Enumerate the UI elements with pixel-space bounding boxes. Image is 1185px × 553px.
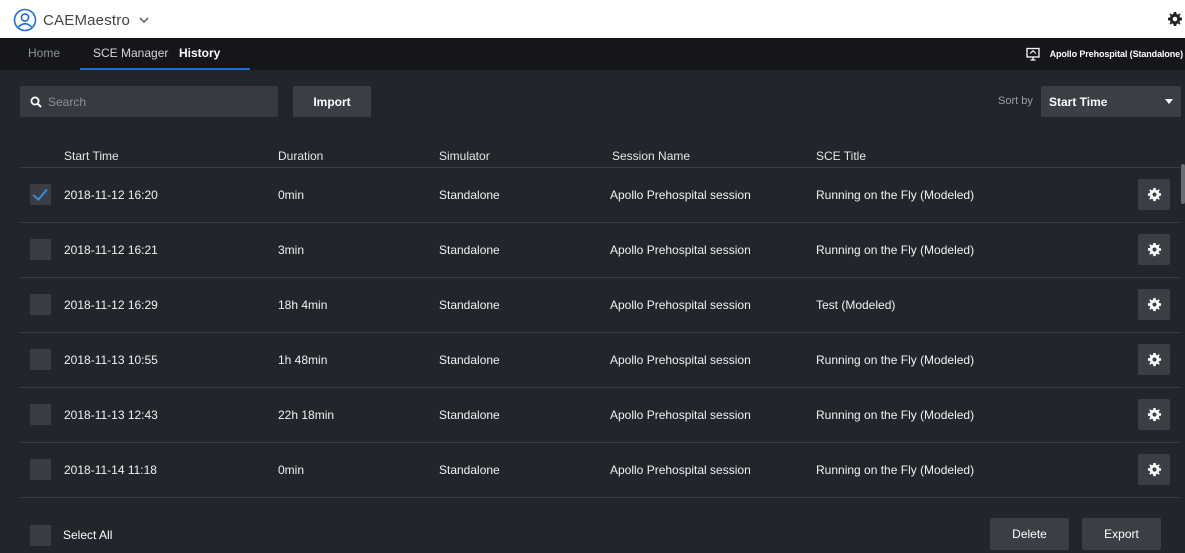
gear-icon (1147, 462, 1161, 477)
row-settings-button[interactable] (1138, 179, 1170, 210)
gear-icon[interactable] (1167, 11, 1183, 27)
cell-duration: 18h 4min (278, 298, 328, 312)
tab-home[interactable]: Home (28, 38, 60, 70)
row-settings-button[interactable] (1138, 234, 1170, 265)
select-all-checkbox[interactable] (30, 525, 51, 546)
chevron-down-icon (139, 17, 149, 24)
top-bar: CAEMaestro (0, 0, 1185, 38)
import-button[interactable]: Import (293, 86, 371, 117)
cell-simulator: Standalone (439, 353, 500, 367)
cell-start-time: 2018-11-13 12:43 (64, 408, 158, 422)
cell-session-name: Apollo Prehospital session (610, 298, 751, 312)
cell-duration: 0min (278, 188, 305, 202)
row-checkbox[interactable] (30, 404, 51, 425)
cell-session-name: Apollo Prehospital session (610, 243, 751, 257)
cell-duration: 22h 18min (278, 408, 335, 422)
simulator-label: Apollo Prehospital (Standalone) (1049, 49, 1184, 59)
cell-sce-title: Test (Modeled) (816, 298, 896, 312)
cell-sce-title: Running on the Fly (Modeled) (816, 463, 975, 477)
row-settings-button[interactable] (1138, 289, 1170, 320)
cell-simulator: Standalone (439, 408, 500, 422)
cell-duration: 0min (278, 463, 305, 477)
cell-simulator: Standalone (439, 188, 500, 202)
column-header-simulator[interactable]: Simulator (439, 149, 490, 163)
active-tab-indicator (80, 68, 250, 70)
cell-start-time: 2018-11-12 16:20 (64, 188, 158, 202)
cell-session-name: Apollo Prehospital session (610, 408, 751, 422)
column-header-sce-title[interactable]: SCE Title (816, 149, 866, 163)
cell-duration: 1h 48min (278, 353, 328, 367)
cell-start-time: 2018-11-12 16:29 (64, 298, 158, 312)
table-row[interactable]: 2018-11-13 12:43 22h 18min Standalone Ap… (20, 388, 1180, 443)
cell-session-name: Apollo Prehospital session (610, 463, 751, 477)
column-header-duration[interactable]: Duration (278, 149, 323, 163)
tab-history[interactable]: History (179, 38, 220, 70)
row-checkbox[interactable] (30, 239, 51, 260)
cell-duration: 3min (278, 243, 305, 257)
sort-select-value: Start Time (1049, 94, 1108, 109)
gear-icon (1147, 407, 1161, 422)
table-row[interactable]: 2018-11-12 16:20 0min Standalone Apollo … (20, 168, 1180, 223)
gear-icon (1147, 187, 1161, 202)
app-switcher[interactable]: CAEMaestro (13, 8, 150, 32)
table-row[interactable]: 2018-11-12 16:21 3min Standalone Apollo … (20, 223, 1180, 278)
row-settings-button[interactable] (1138, 344, 1170, 375)
caret-down-icon (1165, 99, 1173, 104)
history-page: Home SCE Manager History Apollo Prehospi… (0, 38, 1185, 553)
cell-simulator: Standalone (439, 243, 500, 257)
search-input[interactable] (48, 94, 268, 109)
cell-simulator: Standalone (439, 298, 500, 312)
table-row[interactable]: 2018-11-12 16:29 18h 4min Standalone Apo… (20, 278, 1180, 333)
column-header-session-name[interactable]: Session Name (612, 149, 690, 163)
row-settings-button[interactable] (1138, 399, 1170, 430)
select-all-label[interactable]: Select All (63, 528, 112, 542)
row-checkbox[interactable] (30, 294, 51, 315)
export-button[interactable]: Export (1082, 518, 1161, 550)
simulator-indicator[interactable]: Apollo Prehospital (Standalone) (1025, 38, 1184, 70)
cell-simulator: Standalone (439, 463, 500, 477)
monitor-icon (1025, 47, 1040, 61)
search-box[interactable] (20, 86, 278, 117)
cell-start-time: 2018-11-13 10:55 (64, 353, 158, 367)
row-settings-button[interactable] (1138, 454, 1170, 485)
gear-icon (1147, 352, 1161, 367)
user-icon (13, 8, 37, 32)
cell-start-time: 2018-11-14 11:18 (64, 463, 157, 477)
table-row[interactable]: 2018-11-14 11:18 0min Standalone Apollo … (20, 443, 1180, 498)
main-nav: Home SCE Manager History Apollo Prehospi… (0, 38, 1185, 70)
row-checkbox[interactable] (30, 349, 51, 370)
column-header-start-time[interactable]: Start Time (64, 149, 119, 163)
delete-button[interactable]: Delete (990, 518, 1069, 550)
cell-session-name: Apollo Prehospital session (610, 188, 751, 202)
cell-sce-title: Running on the Fly (Modeled) (816, 243, 975, 257)
gear-icon (1147, 242, 1161, 257)
cell-sce-title: Running on the Fly (Modeled) (816, 188, 975, 202)
cell-session-name: Apollo Prehospital session (610, 353, 751, 367)
row-checkbox[interactable] (30, 459, 51, 480)
search-icon (30, 96, 42, 108)
cell-sce-title: Running on the Fly (Modeled) (816, 408, 975, 422)
tab-sce-manager[interactable]: SCE Manager (93, 38, 168, 70)
row-checkbox[interactable] (30, 184, 51, 205)
table-row[interactable]: 2018-11-13 10:55 1h 48min Standalone Apo… (20, 333, 1180, 388)
gear-icon (1147, 297, 1161, 312)
sort-by-label: Sort by (998, 95, 1033, 107)
cell-sce-title: Running on the Fly (Modeled) (816, 353, 975, 367)
cell-start-time: 2018-11-12 16:21 (64, 243, 158, 257)
sort-select[interactable]: Start Time (1041, 86, 1181, 117)
app-title: CAEMaestro (43, 11, 131, 29)
table-scrollbar[interactable] (1181, 164, 1185, 204)
